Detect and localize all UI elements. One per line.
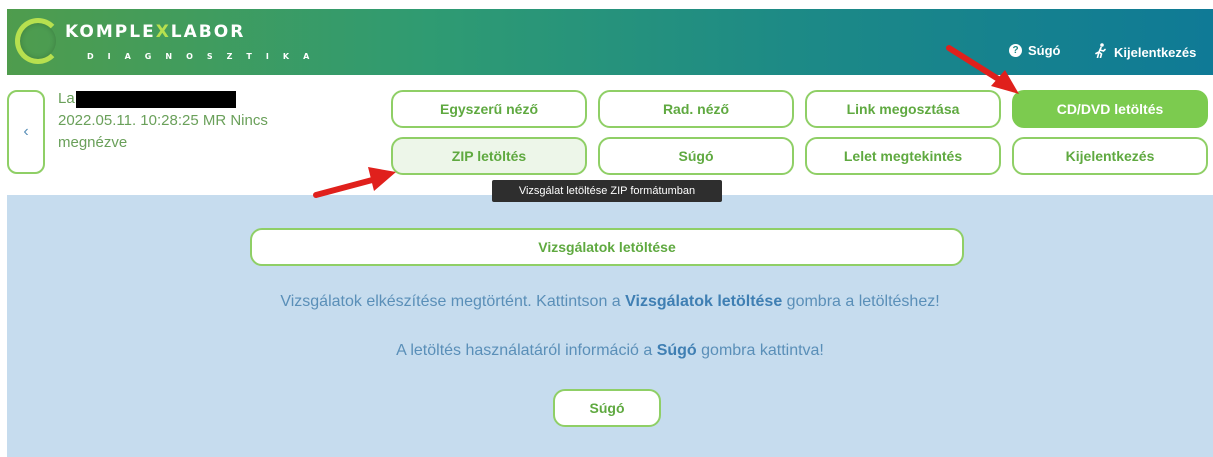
header-logout-label: Kijelentkezés xyxy=(1114,44,1197,60)
logo-subtitle: DIAGNOSZTIKA xyxy=(87,52,324,61)
panel-help-button[interactable]: Súgó xyxy=(553,389,661,427)
help-button[interactable]: Súgó xyxy=(598,137,794,175)
redacted-name xyxy=(75,90,236,108)
komplexlabor-logo[interactable]: KOMPLEXLABOR DIAGNOSZTIKA xyxy=(7,9,309,75)
study-datetime-modality: 2022.05.11. 10:28:25 MR Nincs xyxy=(58,112,268,129)
app-header: KOMPLEXLABOR DIAGNOSZTIKA ? Súgó Kijelen… xyxy=(7,9,1213,75)
help-info-bold: Súgó xyxy=(656,342,697,359)
download-ready-message: Vizsgálatok elkészítése megtörtént. Katt… xyxy=(280,293,940,310)
chevron-left-icon: ‹ xyxy=(23,123,29,140)
rad-viewer-button[interactable]: Rad. néző xyxy=(598,90,794,128)
cd-dvd-download-button[interactable]: CD/DVD letöltés xyxy=(1012,90,1208,128)
annotation-arrow-cd-icon xyxy=(946,45,1019,94)
running-person-icon xyxy=(1094,43,1108,61)
zip-download-button[interactable]: ZIP letöltés xyxy=(391,137,587,175)
logo-main-text: KOMPLEXLABOR xyxy=(65,22,246,42)
download-ready-bold: Vizsgálatok letöltése xyxy=(625,293,783,310)
simple-viewer-button[interactable]: Egyszerű néző xyxy=(391,90,587,128)
help-info-message: A letöltés használatáról információ a Sú… xyxy=(396,342,824,359)
patient-name-prefix: La xyxy=(58,90,75,107)
study-status: megnézve xyxy=(58,134,128,151)
study-info: La 2022.05.11. 10:28:25 MR Nincs megnézv… xyxy=(58,88,388,154)
patient-name-row: La xyxy=(58,88,388,110)
header-logout-link[interactable]: Kijelentkezés xyxy=(1094,43,1196,61)
logo-ring-icon xyxy=(15,18,61,64)
annotation-arrow-zip-icon xyxy=(313,167,396,198)
zip-download-tooltip: Vizsgálat letöltése ZIP formátumban xyxy=(492,180,722,202)
header-help-label: Súgó xyxy=(1028,43,1061,58)
download-studies-button[interactable]: Vizsgálatok letöltése xyxy=(250,228,964,266)
back-button[interactable]: ‹ xyxy=(7,90,45,174)
report-view-button[interactable]: Lelet megtekintés xyxy=(805,137,1001,175)
logout-button[interactable]: Kijelentkezés xyxy=(1012,137,1208,175)
